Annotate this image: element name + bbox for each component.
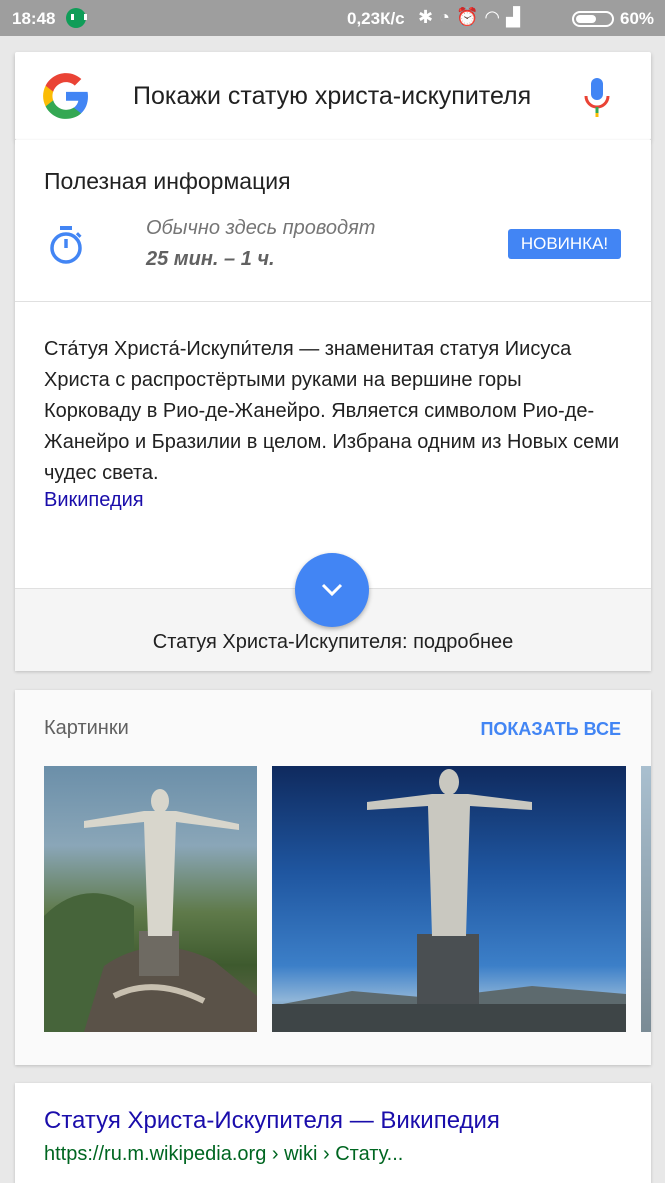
image-thumbnail[interactable] (272, 766, 626, 1032)
show-all-button[interactable]: ПОКАЗАТЬ ВСЕ (480, 719, 621, 740)
visit-duration-value: 25 мин. – 1 ч. (146, 248, 275, 270)
search-bar[interactable]: Покажи статую христа-искупителя (15, 52, 651, 140)
expand-button[interactable] (295, 553, 369, 627)
divider (15, 301, 651, 302)
more-details-text[interactable]: Статуя Христа-Искупителя: подробнее (15, 631, 651, 654)
hangouts-icon (66, 8, 87, 28)
timer-icon (50, 226, 82, 264)
microphone-icon[interactable] (581, 76, 613, 118)
result-title-link[interactable]: Статуя Христа-Искупителя — Википедия (44, 1107, 500, 1135)
google-logo-icon (43, 73, 88, 119)
signal-icon: ▟ (506, 7, 526, 27)
alarm-icon: ⏰ (455, 7, 485, 27)
new-badge[interactable]: НОВИНКА! (508, 229, 621, 259)
search-query[interactable]: Покажи статую христа-искупителя (133, 82, 543, 111)
status-icons: ✱◔⏰◠▟ (418, 7, 526, 28)
result-url: https://ru.m.wikipedia.org › wiki › Стат… (44, 1143, 404, 1165)
battery-percent: 60% (620, 9, 655, 28)
wifi-icon: ◠ (484, 7, 507, 27)
statue-image (44, 789, 257, 1032)
search-result: Статуя Христа-Искупителя — Википедия htt… (15, 1083, 651, 1183)
battery-fill (576, 15, 597, 23)
image-thumbnail[interactable] (641, 766, 651, 1032)
description-text: Ста́туя Христа́-Искупи́теля — знаменитая… (44, 338, 620, 484)
status-time: 18:48 (12, 9, 56, 28)
wikipedia-link[interactable]: Википедия (44, 489, 144, 512)
bluetooth-icon: ✱ (418, 7, 440, 27)
mute-icon: ◔ (439, 7, 456, 27)
network-speed: 0,23К/с (347, 9, 405, 28)
images-title: Картинки (44, 717, 129, 739)
statue-image (272, 769, 626, 1032)
images-card: Картинки ПОКАЗАТЬ ВСЕ (15, 690, 651, 1065)
image-thumbnail[interactable] (44, 766, 257, 1032)
chevron-down-icon (321, 583, 343, 597)
visit-duration-label: Обычно здесь проводят (146, 217, 376, 239)
battery-icon (572, 11, 614, 27)
status-bar: 18:48 0,23К/с ✱◔⏰◠▟ 60% (0, 0, 665, 36)
card-title: Полезная информация (44, 168, 291, 194)
knowledge-card: Полезная информация Обычно здесь проводя… (15, 140, 651, 671)
